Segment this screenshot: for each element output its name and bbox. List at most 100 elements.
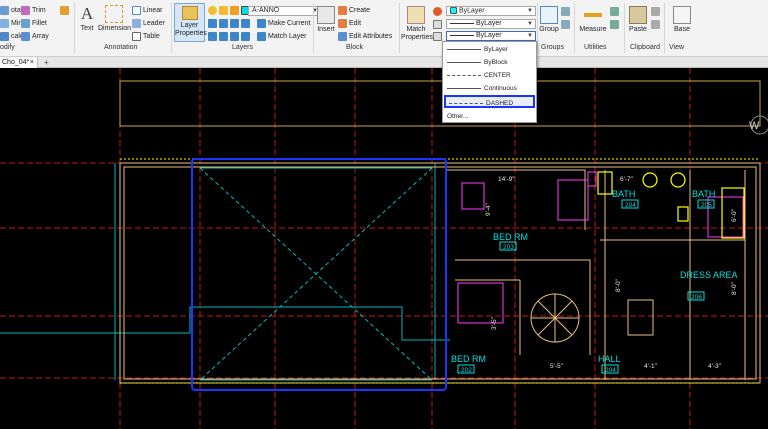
floor-plan-drawing: BED RM 203 BED RM 202 BATH 204 BATH 205 … <box>0 68 768 429</box>
quick-select-icon[interactable] <box>610 20 619 29</box>
view-panel-title[interactable]: View <box>669 44 684 51</box>
room-label: BATH <box>692 189 715 199</box>
ribbon: otate Trim Mirror Fillet cale Array odif… <box>0 0 768 57</box>
calculator-icon[interactable] <box>610 7 619 16</box>
selection-highlight <box>191 158 447 391</box>
text-icon: A <box>80 4 94 23</box>
linetype-dropdown[interactable]: ByLayer ▼ <box>446 31 536 41</box>
lineweight-icon[interactable] <box>433 20 442 29</box>
document-tab[interactable]: Cho_04* × <box>0 57 38 68</box>
layer-properties-icon <box>181 6 198 20</box>
copy-icon[interactable] <box>651 20 660 29</box>
linetype-option[interactable]: CENTER <box>444 69 535 82</box>
dimension-lines <box>120 158 760 384</box>
room-number: 203 <box>503 244 514 251</box>
lineweight-dropdown[interactable]: ByLayer ▼ <box>446 19 536 29</box>
cut-icon[interactable] <box>651 7 660 16</box>
room-number: 205 <box>701 202 712 209</box>
room-label: BATH <box>612 189 635 199</box>
room-number: 206 <box>691 294 702 301</box>
base-button[interactable]: Base <box>670 6 694 34</box>
dimension-text: 8'-0" <box>615 278 622 292</box>
edit-attributes-button[interactable]: Edit Attributes <box>338 32 392 41</box>
modify-panel-title[interactable]: odify <box>0 44 15 51</box>
ungroup-icon[interactable] <box>561 20 570 29</box>
paste-button[interactable]: Paste <box>628 6 648 34</box>
paste-icon <box>629 6 647 24</box>
linetype-other-option[interactable]: Other... <box>444 110 535 123</box>
array-button[interactable]: Array <box>21 32 49 41</box>
dimension-text: 14'-9" <box>498 176 515 183</box>
room-number: 202 <box>461 367 472 374</box>
groups-panel-title[interactable]: Groups <box>541 44 564 51</box>
layer-tools-row2[interactable] <box>208 32 250 41</box>
dimension-button[interactable]: Dimension <box>98 5 131 33</box>
linetype-option[interactable]: ByLayer <box>444 43 535 56</box>
lock-icon <box>230 6 239 15</box>
room-number: 204 <box>625 202 636 209</box>
layer-tools-row1[interactable] <box>208 19 250 28</box>
linear-icon <box>132 6 141 15</box>
linear-button[interactable]: Linear <box>132 6 162 15</box>
dimension-text: 5'-5" <box>550 363 564 370</box>
room-label: HALL <box>598 354 621 364</box>
group-tool-icon[interactable] <box>561 7 570 16</box>
leader-icon <box>132 19 141 28</box>
layer-dropdown[interactable]: A-ANNO ▼ <box>248 6 321 16</box>
block-panel-title[interactable]: Block <box>346 44 363 51</box>
drawing-canvas[interactable]: BED RM 203 BED RM 202 BATH 204 BATH 205 … <box>0 68 768 429</box>
dimension-text: 9'-4" <box>485 202 492 216</box>
layer-properties-button[interactable]: Layer Properties <box>174 3 207 42</box>
table-button[interactable]: Table <box>132 32 160 41</box>
text-button[interactable]: A Text <box>78 5 96 33</box>
create-block-button[interactable]: Create <box>338 6 370 15</box>
layers-panel-title[interactable]: Layers <box>232 44 253 51</box>
layer-state-icons[interactable] <box>208 6 250 15</box>
edit-block-icon <box>338 19 347 28</box>
make-current-icon <box>257 19 266 28</box>
document-tab-bar: Cho_04* × + <box>0 57 768 68</box>
trim-button[interactable]: Trim <box>21 6 46 15</box>
linetype-option[interactable]: ByBlock <box>444 56 535 69</box>
group-icon <box>540 6 558 24</box>
utilities-panel-title[interactable]: Utilities <box>584 44 607 51</box>
match-properties-icon <box>407 6 425 24</box>
base-icon <box>673 6 691 24</box>
fillet-icon <box>21 19 30 28</box>
clipboard-panel-title[interactable]: Clipboard <box>630 44 660 51</box>
edit-block-button[interactable]: Edit <box>338 19 361 28</box>
group-button[interactable]: Group <box>539 6 559 34</box>
close-icon[interactable]: × <box>30 57 34 68</box>
dimension-text: 6'-0" <box>731 208 738 222</box>
color-dropdown[interactable]: ByLayer ▼ <box>446 6 536 16</box>
color-wheel-icon[interactable] <box>433 7 442 16</box>
linetype-option[interactable]: Continuous <box>444 82 535 95</box>
match-properties-button[interactable]: Match Properties <box>401 6 433 42</box>
insert-icon <box>317 6 335 24</box>
dimension-icon <box>105 5 123 23</box>
linetype-option-selected[interactable]: DASHED <box>444 95 535 108</box>
room-label: DRESS AREA <box>680 270 738 280</box>
fillet-button[interactable]: Fillet <box>21 19 47 28</box>
table-icon <box>132 32 141 41</box>
insert-button[interactable]: Insert <box>316 6 336 34</box>
color-swatch-icon <box>450 7 457 14</box>
new-tab-button[interactable]: + <box>44 57 49 68</box>
make-current-button[interactable]: Make Current <box>257 19 310 28</box>
measure-icon <box>584 13 602 17</box>
chevron-down-icon: ▼ <box>527 8 533 14</box>
sun-icon <box>219 6 228 15</box>
modify-extra-icon[interactable] <box>60 6 69 15</box>
array-icon <box>21 32 30 41</box>
dimension-text: 3'-5" <box>491 316 498 330</box>
roof-outline <box>119 80 761 127</box>
measure-button[interactable]: Measure <box>578 6 608 34</box>
leader-button[interactable]: Leader <box>132 19 165 28</box>
compass-letter: W <box>749 120 760 132</box>
scale-icon <box>0 32 9 41</box>
dimension-text: 8'-0" <box>731 281 738 295</box>
match-layer-button[interactable]: Match Layer <box>257 32 307 41</box>
linetype-icon[interactable] <box>433 32 442 41</box>
chevron-down-icon: ▼ <box>527 21 533 27</box>
annotation-panel-title[interactable]: Annotation <box>104 44 137 51</box>
